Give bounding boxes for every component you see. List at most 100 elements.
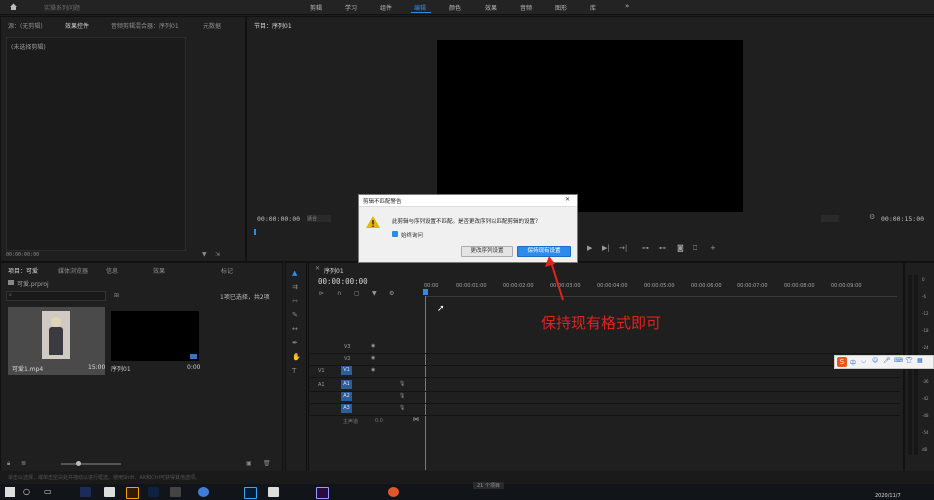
camera-icon[interactable]: ◙: [677, 244, 684, 252]
warning-icon: [366, 216, 380, 230]
step-forward-icon[interactable]: ▶|: [602, 244, 610, 252]
master-end-icon[interactable]: ⋈: [413, 416, 419, 423]
more-chevron-icon[interactable]: »: [625, 2, 629, 10]
track-a1-label[interactable]: A1: [341, 380, 352, 389]
slip-icon[interactable]: ↔: [292, 325, 298, 333]
fit-dropdown[interactable]: 适合: [307, 215, 331, 222]
master-track-label: 主声道: [343, 419, 359, 425]
zoom-slider[interactable]: [61, 463, 121, 465]
nest-icon[interactable]: ▢: [354, 290, 360, 297]
source-patch-a1[interactable]: A1: [318, 382, 325, 388]
app-photoshop-icon[interactable]: [244, 487, 257, 499]
marker-icon[interactable]: ▼: [372, 290, 377, 297]
taskview-icon[interactable]: ▭: [44, 487, 52, 496]
tab-workspace-7[interactable]: 图形: [555, 3, 567, 12]
ime-keyboard-icon[interactable]: ⌨: [894, 357, 903, 364]
project-search-input[interactable]: ⌕: [6, 291, 106, 301]
filter-icon[interactable]: ▼: [202, 251, 207, 258]
always-ask-checkbox[interactable]: [392, 231, 398, 237]
tab-effect-controls[interactable]: 效果控件: [65, 21, 89, 30]
tab-markers[interactable]: 标记: [221, 266, 233, 275]
new-bin-icon[interactable]: ▣: [246, 460, 252, 467]
zoom-slider-knob[interactable]: [76, 461, 81, 466]
quality-dropdown[interactable]: [821, 215, 839, 222]
media-tile-clip[interactable]: 可爱1.mp4 15:00: [8, 307, 105, 375]
ime-skin-icon[interactable]: 👕︎: [905, 357, 913, 364]
hand-icon[interactable]: ✋: [292, 353, 301, 361]
ime-punct-icon[interactable]: ◡: [861, 357, 866, 364]
linked-icon[interactable]: ∩: [337, 290, 341, 297]
timeline-close-icon[interactable]: ✕: [315, 265, 320, 272]
add-button-icon[interactable]: +: [710, 244, 716, 252]
app-audition-icon[interactable]: [80, 487, 91, 497]
master-track-value: 0.0: [375, 418, 383, 424]
bin-icon[interactable]: ⊞: [114, 292, 119, 299]
timeline-wrench-icon[interactable]: ⚙: [389, 290, 394, 297]
wrench-icon[interactable]: ⚙: [869, 213, 875, 221]
media-tile-sequence[interactable]: 序列01 0:00: [111, 307, 200, 375]
track-a3-label[interactable]: A3: [341, 404, 352, 413]
ime-toolbar[interactable]: S 中 ◡ ☺ 🎤︎ ⌨ 👕︎ ▦: [834, 355, 934, 369]
playhead-head[interactable]: [423, 289, 428, 295]
tab-workspace-3[interactable]: 编辑: [414, 3, 426, 12]
search-taskbar-icon[interactable]: ○: [23, 487, 30, 496]
ime-mode-label[interactable]: 中: [850, 358, 856, 367]
ime-emoji-icon[interactable]: ☺: [872, 357, 878, 364]
project-file-name: 可爱.prproj: [17, 281, 49, 288]
track-v2-label: V2: [344, 356, 351, 362]
app-lightroom-icon[interactable]: [148, 487, 159, 497]
track-a2-mic-icon[interactable]: 🎙︎: [399, 393, 405, 399]
app-chrome-icon[interactable]: [198, 487, 209, 497]
selection-tool-icon[interactable]: ▲: [292, 269, 297, 277]
go-to-out-icon[interactable]: →|: [619, 244, 627, 252]
track-select-icon[interactable]: ⇉: [292, 283, 298, 291]
tab-media-browser[interactable]: 媒体浏览器: [58, 266, 88, 275]
snap-icon[interactable]: ⊳: [319, 290, 324, 297]
tab-effects[interactable]: 效果: [153, 266, 165, 275]
tab-project[interactable]: 项目：可爱: [8, 266, 38, 275]
extract-icon[interactable]: ⊷: [659, 244, 666, 252]
track-v3-eye-icon[interactable]: ◉: [371, 343, 375, 349]
ime-voice-icon[interactable]: 🎤︎: [883, 357, 891, 364]
lift-icon[interactable]: ⊶: [642, 244, 649, 252]
play-icon[interactable]: ▶: [587, 244, 592, 252]
tab-workspace-1[interactable]: 学习: [345, 3, 357, 12]
lock-icon[interactable]: 🔒︎: [7, 460, 10, 468]
app-illustrator-icon[interactable]: [126, 487, 139, 499]
ripple-edit-icon[interactable]: ⇿: [292, 297, 298, 305]
track-a1-mic-icon[interactable]: 🎙︎: [399, 381, 405, 387]
home-icon[interactable]: [9, 2, 18, 11]
start-icon[interactable]: [5, 487, 15, 497]
tab-workspace-4[interactable]: 颜色: [449, 3, 461, 12]
export-icon[interactable]: ⇲: [215, 251, 220, 258]
change-sequence-settings-button[interactable]: 更改序列设置: [461, 246, 513, 257]
tab-audio-mixer[interactable]: 音频剪辑混合器：序列01: [111, 21, 179, 30]
track-a2-label[interactable]: A2: [341, 392, 352, 401]
type-tool-icon[interactable]: T: [292, 367, 296, 375]
button-editor-icon[interactable]: ⎕: [693, 244, 697, 253]
app-acrobat-icon[interactable]: [268, 487, 279, 497]
track-v1-eye-icon[interactable]: ◉: [371, 367, 375, 373]
track-a3-mic-icon[interactable]: 🎙︎: [399, 405, 405, 411]
tab-workspace-8[interactable]: 库: [590, 3, 596, 12]
tab-workspace-0[interactable]: 剪辑: [310, 3, 322, 12]
app-media-icon[interactable]: [388, 487, 399, 497]
track-v1-label[interactable]: V1: [341, 366, 352, 375]
tab-source[interactable]: 源：(无剪辑): [8, 21, 43, 30]
ime-grid-icon[interactable]: ▦: [917, 357, 923, 364]
tab-workspace-2[interactable]: 组件: [380, 3, 392, 12]
source-patch-v1[interactable]: V1: [318, 368, 325, 374]
tab-workspace-6[interactable]: 音频: [520, 3, 532, 12]
tab-workspace-5[interactable]: 效果: [485, 3, 497, 12]
track-v2-eye-icon[interactable]: ◉: [371, 355, 375, 361]
tab-info[interactable]: 信息: [106, 266, 118, 275]
app-file-icon[interactable]: [104, 487, 115, 497]
app-calculator-icon[interactable]: [170, 487, 181, 497]
dialog-close-icon[interactable]: ✕: [565, 196, 570, 203]
pen-icon[interactable]: ✒: [292, 339, 298, 347]
list-view-icon[interactable]: ≣: [21, 460, 26, 467]
razor-icon[interactable]: ✎: [292, 311, 298, 319]
tab-metadata[interactable]: 元数据: [203, 21, 221, 30]
trash-icon[interactable]: 🗑︎: [263, 460, 271, 467]
app-premiere-icon[interactable]: [316, 487, 329, 499]
